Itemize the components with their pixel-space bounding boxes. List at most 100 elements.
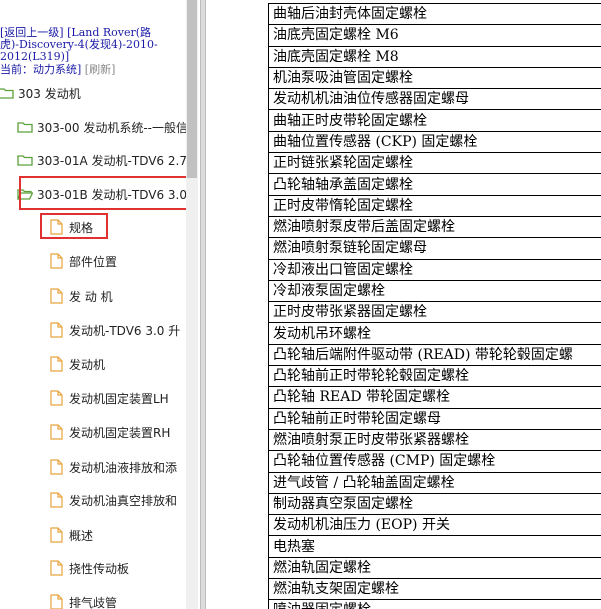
tree-item[interactable]: 发动机固定装置RH [50, 421, 170, 443]
document-icon [50, 594, 63, 609]
tree-item-label: 发动机油真空排放和 [69, 493, 178, 508]
spec-item-cell: 燃油轨固定螺栓 [268, 556, 601, 580]
breadcrumb-line-4: 当前：动力系统] [刷新] [0, 64, 115, 76]
tree-item-label: 概述 [69, 528, 94, 543]
table-row: 正时皮带惰轮固定螺栓 [268, 194, 601, 217]
spec-item-cell: 喷油器固定螺栓 [268, 599, 601, 609]
table-row: 曲轴后油封壳体固定螺栓 [268, 2, 601, 26]
tree-root-node[interactable]: 303 发动机 [0, 82, 81, 104]
tree-item-label: 发 动 机 [69, 289, 113, 304]
table-row: 凸轮轴轴承盖固定螺栓 [268, 173, 601, 196]
current-value: 动力系统] [33, 63, 82, 76]
spec-table: 曲轴后油封壳体固定螺栓 油底壳固定螺栓 M6 油底壳固定螺栓 M8 机油泵吸油管固定螺… [268, 2, 601, 609]
spec-item-cell: 凸轮轴前正时带轮轮毂固定螺栓 [268, 365, 601, 388]
tree-section-label: 303-00 发动机系统--一般信 [37, 120, 188, 135]
spec-item-cell: 进气歧管 / 凸轮轴盖固定螺栓 [268, 471, 601, 494]
document-icon [50, 253, 63, 269]
left-nav-panel: [返回上一级] [Land Rover(路 虎)-Discovery-4(发现4… [0, 0, 200, 609]
document-icon [50, 492, 63, 508]
table-row: 油底壳固定螺栓 M6 [268, 24, 601, 47]
tree-item-label: 发动机固定装置LH [69, 391, 169, 406]
table-row: 曲轴正时皮带轮固定螺栓 [268, 109, 601, 132]
tree-item-label: 发动机 [69, 357, 106, 372]
refresh-link[interactable]: [刷新] [85, 63, 116, 76]
nav-scrollbar-thumb[interactable] [187, 0, 197, 178]
tree-item[interactable]: 发动机-TDV6 3.0 升 [50, 319, 180, 341]
table-row: 凸轮轴前正时带轮固定螺母 [268, 407, 601, 430]
tree-item-label: 排气歧管 [69, 595, 118, 609]
tree-item-label: 挠性传动板 [69, 561, 130, 576]
tree-item-label: 发动机-TDV6 3.0 升 [69, 323, 181, 338]
document-icon [50, 322, 63, 338]
document-icon [50, 356, 63, 372]
tree-item[interactable]: 发动机 [50, 353, 105, 375]
spec-item-cell: 曲轴位置传感器 (CKP) 固定螺栓 [268, 130, 601, 154]
spec-item-cell: 凸轮轴后端附件驱动带 (READ) 带轮轮毂固定螺 [268, 343, 601, 367]
spec-item-cell: 制动器真空泵固定螺栓 [268, 492, 601, 516]
spec-item-cell: 油底壳固定螺栓 M6 [268, 24, 601, 47]
document-icon [50, 288, 63, 304]
folder-icon [0, 88, 14, 99]
table-row: 喷油器固定螺栓 [268, 599, 601, 609]
table-row: 燃油轨支架固定螺栓 [268, 578, 601, 601]
model-link-part3[interactable]: 2012(L319)] [0, 50, 69, 63]
table-row: 燃油喷射泵链轮固定螺母 [268, 237, 601, 260]
table-row: 燃油轨固定螺栓 [268, 556, 601, 580]
spec-item-cell: 正时链张紧轮固定螺栓 [268, 152, 601, 175]
tree-item[interactable]: 发 动 机 [50, 285, 113, 307]
selected-section-highlight [19, 176, 189, 210]
table-row: 发动机吊环螺栓 [268, 322, 601, 345]
spec-item-cell: 发动机机油压力 (EOP) 开关 [268, 514, 601, 537]
tree-item[interactable]: 概述 [50, 524, 93, 546]
spec-item-cell: 油底壳固定螺栓 M8 [268, 45, 601, 68]
tree-root-label: 303 发动机 [18, 86, 81, 101]
spec-item-cell: 凸轮轴 READ 带轮固定螺栓 [268, 386, 601, 409]
spec-item-cell: 冷却液出口管固定螺栓 [268, 258, 601, 281]
spec-item-cell: 燃油喷射泵链轮固定螺母 [268, 237, 601, 260]
spec-item-cell: 凸轮轴轴承盖固定螺栓 [268, 173, 601, 196]
tree-item[interactable]: 发动机固定装置LH [50, 387, 169, 409]
spec-item-cell: 机油泵吸油管固定螺栓 [268, 66, 601, 90]
spec-item-cell: 曲轴正时皮带轮固定螺栓 [268, 109, 601, 132]
table-row: 冷却液泵固定螺栓 [268, 279, 601, 303]
spec-item-cell: 冷却液泵固定螺栓 [268, 279, 601, 303]
spec-item-cell: 燃油轨支架固定螺栓 [268, 578, 601, 601]
table-row: 电热塞 [268, 535, 601, 558]
tree-section-node[interactable]: 303-01A 发动机-TDV6 2.7 [17, 149, 187, 171]
document-icon [50, 390, 63, 406]
spec-item-cell: 发动机机油油位传感器固定螺母 [268, 88, 601, 111]
tree-item-label: 发动机固定装置RH [69, 425, 171, 440]
spec-item-cell: 燃油喷射泵皮带后盖固定螺栓 [268, 215, 601, 239]
tree-item-label: 部件位置 [69, 254, 118, 269]
table-row: 燃油喷射泵皮带后盖固定螺栓 [268, 215, 601, 239]
spec-item-cell: 发动机吊环螺栓 [268, 322, 601, 345]
current-label: 当前： [0, 63, 33, 76]
tree-section-node[interactable]: 303-00 发动机系统--一般信 [17, 116, 188, 138]
table-row: 发动机机油油位传感器固定螺母 [268, 88, 601, 111]
tree-item[interactable]: 挠性传动板 [50, 557, 129, 579]
table-row: 机油泵吸油管固定螺栓 [268, 66, 601, 90]
tree-item[interactable]: 排气歧管 [50, 591, 117, 609]
table-row: 凸轮轴后端附件驱动带 (READ) 带轮轮毂固定螺 [268, 343, 601, 367]
tree-item-label: 发动机油液排放和添 [69, 460, 178, 475]
tree-item[interactable]: 发动机油真空排放和 [50, 489, 177, 511]
table-row: 燃油喷射泵正时皮带张紧器螺栓 [268, 428, 601, 452]
folder-icon [17, 155, 33, 166]
document-icon [50, 459, 63, 475]
table-row: 正时链张紧轮固定螺栓 [268, 152, 601, 175]
table-row: 制动器真空泵固定螺栓 [268, 492, 601, 516]
selected-item-highlight [40, 213, 108, 239]
table-row: 凸轮轴前正时带轮轮毂固定螺栓 [268, 365, 601, 388]
breadcrumb-line-3: 2012(L319)] [0, 51, 69, 63]
table-row: 油底壳固定螺栓 M8 [268, 45, 601, 68]
tree-item[interactable]: 发动机油液排放和添 [50, 456, 177, 478]
tree-section-label: 303-01A 发动机-TDV6 2.7 [37, 153, 187, 168]
spec-item-cell: 正时皮带张紧器固定螺栓 [268, 301, 601, 324]
table-row: 冷却液出口管固定螺栓 [268, 258, 601, 281]
table-row: 发动机机油压力 (EOP) 开关 [268, 514, 601, 537]
document-icon [50, 424, 63, 440]
table-row: 进气歧管 / 凸轮轴盖固定螺栓 [268, 471, 601, 494]
document-icon [50, 560, 63, 576]
tree-item[interactable]: 部件位置 [50, 250, 117, 272]
document-icon [50, 527, 63, 543]
